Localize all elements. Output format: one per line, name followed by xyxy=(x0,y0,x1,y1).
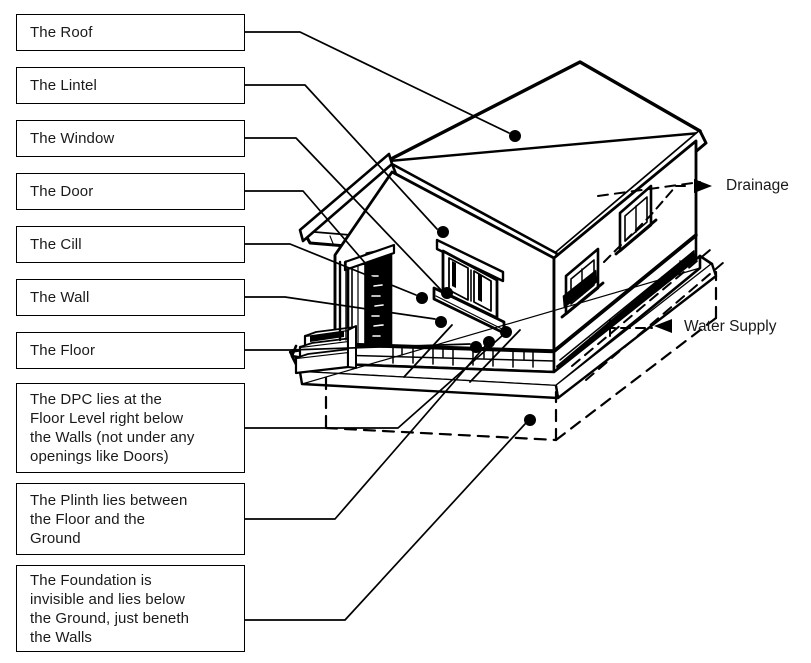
label-box-dpc[interactable]: The DPC lies at the Floor Level right be… xyxy=(16,383,245,473)
leader-dot-lintel xyxy=(437,226,449,238)
label-box-lintel[interactable]: The Lintel xyxy=(16,67,245,104)
leader-dot-roof xyxy=(509,130,521,142)
label-text-lintel: The Lintel xyxy=(30,77,97,94)
leader-dot-floor xyxy=(470,341,482,353)
label-box-wall[interactable]: The Wall xyxy=(16,279,245,316)
label-box-plinth[interactable]: The Plinth lies between the Floor and th… xyxy=(16,483,245,555)
label-box-roof[interactable]: The Roof xyxy=(16,14,245,51)
leader-dot-door xyxy=(366,261,378,273)
leader-dot-dpc xyxy=(500,326,512,338)
label-box-cill[interactable]: The Cill xyxy=(16,226,245,263)
label-box-foundation[interactable]: The Foundation is invisible and lies bel… xyxy=(16,565,245,652)
leader-dot-window xyxy=(441,287,453,299)
side-label-drainage: Drainage xyxy=(726,177,789,194)
label-text-door: The Door xyxy=(30,183,94,200)
label-text-plinth: The Plinth lies between the Floor and th… xyxy=(30,491,188,547)
leader-dot-wall xyxy=(435,316,447,328)
label-text-cill: The Cill xyxy=(30,236,82,253)
label-text-roof: The Roof xyxy=(30,24,93,41)
house-parts-diagram: The Roof The Lintel The Window The Door The … xyxy=(0,0,811,663)
label-text-foundation: The Foundation is invisible and lies bel… xyxy=(30,571,190,646)
leader-line-foundation xyxy=(244,423,526,621)
label-text-wall: The Wall xyxy=(30,289,90,306)
leader-dot-foundation xyxy=(524,414,536,426)
label-text-window: The Window xyxy=(30,130,115,147)
leader-dot-cill xyxy=(416,292,428,304)
label-box-window[interactable]: The Window xyxy=(16,120,245,157)
label-text-floor: The Floor xyxy=(30,342,96,359)
label-text-dpc: The DPC lies at the Floor Level right be… xyxy=(30,391,195,465)
label-box-door[interactable]: The Door xyxy=(16,173,245,210)
label-box-floor[interactable]: The Floor xyxy=(16,332,245,369)
side-label-water-supply: Water Supply xyxy=(684,318,777,335)
arrow-right-icon xyxy=(694,179,712,193)
leader-dot-plinth xyxy=(483,336,495,348)
